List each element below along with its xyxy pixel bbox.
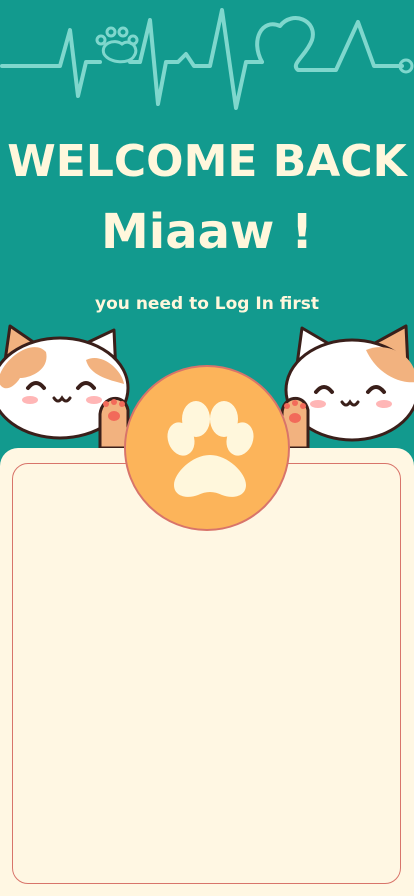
paw-badge (124, 365, 290, 531)
login-screen: WELCOME BACK Miaaw ! you need to Log In … (0, 0, 414, 896)
paw-icon (167, 401, 254, 497)
heartbeat-line-icon (0, 8, 414, 110)
cat-left-icon (0, 324, 130, 450)
welcome-title: WELCOME BACK (7, 136, 407, 187)
login-subtitle: you need to Log In first (95, 294, 319, 314)
cat-right-icon (280, 324, 414, 450)
user-name-title: Miaaw ! (101, 204, 313, 260)
paw-icon (95, 26, 139, 64)
